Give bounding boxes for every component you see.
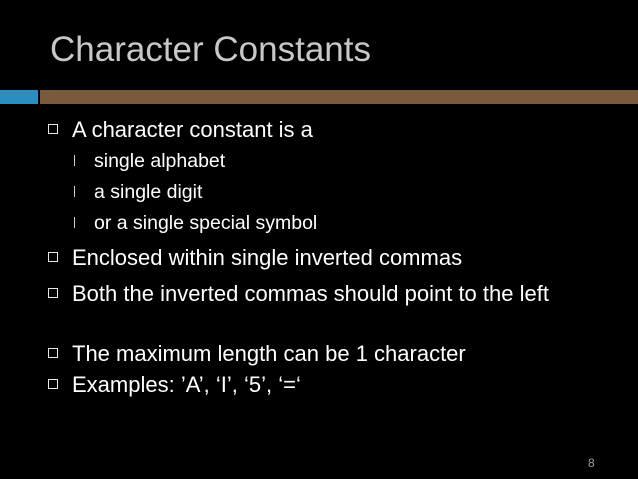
sub-bullet-item: single alphabet <box>74 149 594 173</box>
accent-bar-brown <box>40 90 638 104</box>
sub-bullet-icon <box>74 186 80 197</box>
bullet-item: The maximum length can be 1 character <box>48 341 608 367</box>
bullet-item: Examples: ’A’, ‘I’, ‘5’, ‘=‘ <box>48 372 608 398</box>
bullet-text: Both the inverted commas should point to… <box>72 281 549 306</box>
square-bullet-icon <box>48 288 58 298</box>
bullet-item: Enclosed within single inverted commas <box>48 245 608 271</box>
accent-bar-blue <box>0 90 38 104</box>
bullet-text: A character constant is a <box>72 117 313 142</box>
sub-bullet-item: or a single special symbol <box>74 211 594 235</box>
sub-bullet-text: a single digit <box>94 181 203 203</box>
sub-bullet-item: a single digit <box>74 180 594 204</box>
square-bullet-icon <box>48 379 58 389</box>
bullet-item: Both the inverted commas should point to… <box>48 281 608 307</box>
bullet-text: Enclosed within single inverted commas <box>72 245 463 270</box>
sub-bullet-icon <box>74 155 80 166</box>
sub-bullet-text: single alphabet <box>94 150 226 172</box>
square-bullet-icon <box>48 348 58 358</box>
sub-bullet-text: or a single special symbol <box>94 212 318 234</box>
slide-title: Character Constants <box>50 30 371 69</box>
bullet-text: The maximum length can be 1 character <box>72 341 466 366</box>
page-number: 8 <box>588 456 595 470</box>
sub-bullet-icon <box>74 217 80 228</box>
bullet-item: A character constant is a <box>48 117 608 143</box>
square-bullet-icon <box>48 124 58 134</box>
bullet-text: Examples: ’A’, ‘I’, ‘5’, ‘=‘ <box>72 372 301 397</box>
square-bullet-icon <box>48 252 58 262</box>
slide: Character Constants A character constant… <box>0 0 638 479</box>
